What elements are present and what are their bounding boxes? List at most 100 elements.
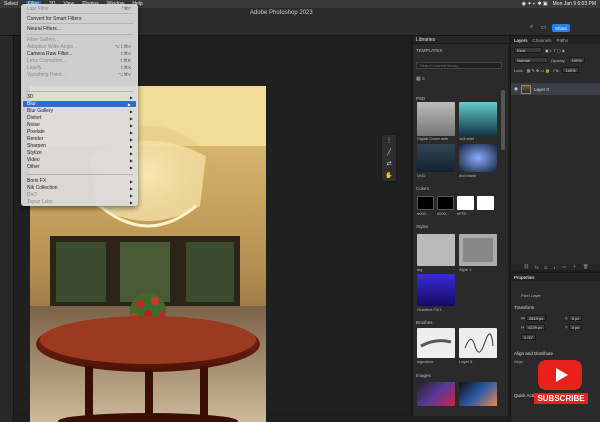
share-button[interactable]: Share <box>552 24 570 32</box>
menu-item-stylize[interactable]: Stylize ▶ <box>21 150 138 156</box>
layers-panel: Layers Channels Paths Kind ▣ ◐ T ▢ ◈ Norm… <box>510 36 600 270</box>
link-icon[interactable]: ⛓ <box>523 264 529 270</box>
tab-paths[interactable]: Paths <box>557 38 569 43</box>
mask-icon[interactable]: ◘ <box>545 265 548 270</box>
layer-thumbnail <box>520 84 531 94</box>
clock: Mon Jan 9 6:03 PM <box>552 1 596 7</box>
angle-value: 0.00° <box>524 334 534 340</box>
adjustment-icon[interactable]: ◐ <box>553 265 556 270</box>
hand-icon[interactable]: ✋ <box>385 172 392 179</box>
new-layer-icon[interactable]: ＋ <box>572 264 577 270</box>
psd-thumb-dvd[interactable] <box>417 144 455 172</box>
style-label: Style 1 <box>459 267 472 272</box>
menu-item-noise[interactable]: Noise ▶ <box>21 122 138 128</box>
menu-item-render[interactable]: Render ▶ <box>21 136 138 142</box>
brush-thumb-signature[interactable] <box>417 328 455 358</box>
menu-item-distort[interactable]: Distort ▶ <box>21 115 138 121</box>
psd-thumb-shirt[interactable] <box>459 102 497 136</box>
color-label: #000... <box>437 211 450 216</box>
tab-layers[interactable]: Layers <box>514 38 528 43</box>
menu-item-convert-smart-filters[interactable]: Convert for Smart Filters <box>21 16 138 22</box>
menu-item-dxo[interactable]: DxO ▶ <box>21 192 138 198</box>
menu-item-sharpen[interactable]: Sharpen ▶ <box>21 143 138 149</box>
folder-icon[interactable]: ▭ <box>562 264 566 270</box>
style-thumb-big[interactable] <box>417 234 455 266</box>
style-thumb-style1[interactable] <box>459 234 497 266</box>
kind-filter-select[interactable]: Kind <box>514 47 542 53</box>
submenu-arrow-icon: ▶ <box>129 185 133 191</box>
menu-item-topaz-labs[interactable]: Topaz Labs ▶ <box>21 199 138 205</box>
tab-channels[interactable]: Channels <box>533 38 552 43</box>
brush-icon[interactable]: ╱ <box>387 149 391 156</box>
y-value: 0 px <box>571 324 580 330</box>
color-swatch[interactable] <box>477 196 494 210</box>
menu-item-neural-filters[interactable]: Neural Filters... <box>21 26 138 32</box>
menu-item-other[interactable]: Other ▶ <box>21 164 138 170</box>
h-label: H <box>521 324 524 330</box>
height-input[interactable]: 4229 px <box>525 324 546 330</box>
menu-item-adaptive-wide-angle[interactable]: Adaptive Wide Angle... ⌥⇧⌘A <box>21 44 138 50</box>
menu-item-blur-gallery[interactable]: Blur Gallery ▶ <box>21 108 138 114</box>
lock-icons[interactable]: ▦ ✎ ✥ ▭ 🔒 <box>527 68 551 73</box>
youtube-play-icon <box>538 360 582 390</box>
layer-row[interactable]: ◉ Layer 0 <box>511 83 600 95</box>
x-input[interactable]: 0 px <box>568 315 583 321</box>
lock-label: Lock: <box>514 67 524 73</box>
psd-thumb-dvd-blank[interactable] <box>459 144 497 172</box>
adjust-icon[interactable]: ⇄ <box>386 160 391 167</box>
menu-item-filter-gallery[interactable]: Filter Gallery... <box>21 37 138 43</box>
menu-item-camera-raw[interactable]: Camera Raw Filter... ⇧⌘A <box>21 51 138 57</box>
color-label: #FFF... <box>457 211 470 216</box>
menu-separator <box>26 174 133 175</box>
y-input[interactable]: 0 px <box>568 324 583 330</box>
x-label: X <box>565 315 568 321</box>
angle-input[interactable]: 0.00° <box>521 334 537 340</box>
menu-select[interactable]: Select <box>4 1 18 7</box>
blend-mode-select[interactable]: Normal <box>514 57 548 63</box>
color-swatch[interactable] <box>437 196 454 210</box>
images-section-label: Images <box>416 373 431 378</box>
menu-item-boris-fx[interactable]: Boris FX ▶ <box>21 178 138 184</box>
filter-menu: Last Filter ^⌘F Convert for Smart Filters… <box>21 4 138 206</box>
status-icons: ◉ ✦ ◐ ✱ ▣ <box>521 1 548 7</box>
menu-item-vanishing-point[interactable]: Vanishing Point... ⌥⌘V <box>21 72 138 78</box>
align-label: Align <box>514 359 523 364</box>
menu-item-nik-collection[interactable]: Nik Collection ▶ <box>21 185 138 191</box>
menu-item-blur[interactable]: Blur ▶ <box>23 101 136 107</box>
visibility-eye-icon[interactable]: ◉ <box>514 86 518 92</box>
submenu-arrow-icon: ▶ <box>129 136 133 142</box>
psd-thumb-digital-cover[interactable] <box>417 102 455 136</box>
search-icon[interactable]: ⌕ <box>528 24 535 31</box>
workspace-icon[interactable]: ▭ <box>540 24 547 31</box>
x-value: 0 px <box>571 315 580 321</box>
filter-icons[interactable]: ▣ ◐ T ▢ ◈ <box>545 48 565 53</box>
library-search-input[interactable]: Search current library <box>416 62 502 69</box>
color-swatch[interactable] <box>417 196 434 210</box>
subscribe-overlay[interactable]: SUBSCRIBE <box>534 360 588 406</box>
grip-icon[interactable]: ⋮ <box>386 137 392 144</box>
psd-section-label: PSD <box>416 96 426 101</box>
brush-stroke-icon <box>420 339 452 348</box>
opacity-input[interactable]: 100% <box>568 57 585 63</box>
trash-icon[interactable]: 🗑 <box>583 264 589 270</box>
view-toggle-icons[interactable]: ▦ ≡ <box>416 76 425 82</box>
menu-item-lens-correction[interactable]: Lens Correction... ⇧⌘R <box>21 58 138 64</box>
menu-item-video[interactable]: Video ▶ <box>21 157 138 163</box>
brush-thumb-layer5[interactable] <box>459 328 497 358</box>
libraries-tab[interactable]: Libraries <box>416 37 435 43</box>
libraries-scrollbar[interactable] <box>501 90 505 150</box>
menu-item-pixelate[interactable]: Pixelate ▶ <box>21 129 138 135</box>
color-swatch[interactable] <box>457 196 474 210</box>
fx-icon[interactable]: fx <box>535 265 539 270</box>
menu-item-liquify[interactable]: Liquify... ⇧⌘X <box>21 65 138 71</box>
image-thumb[interactable] <box>459 382 497 406</box>
style-thumb-gradient[interactable] <box>417 274 455 306</box>
menu-item-last-filter[interactable]: Last Filter ^⌘F <box>21 6 138 12</box>
blend-mode-value: Normal <box>517 57 530 63</box>
width-input[interactable]: 2819 px <box>525 315 547 321</box>
psd-label: dvd blank <box>459 173 477 178</box>
fill-input[interactable]: 100% <box>562 67 579 73</box>
image-thumb[interactable] <box>417 382 455 406</box>
menu-item-3d[interactable]: 3D ▶ <box>21 94 138 100</box>
transform-header: Transform <box>514 305 535 310</box>
